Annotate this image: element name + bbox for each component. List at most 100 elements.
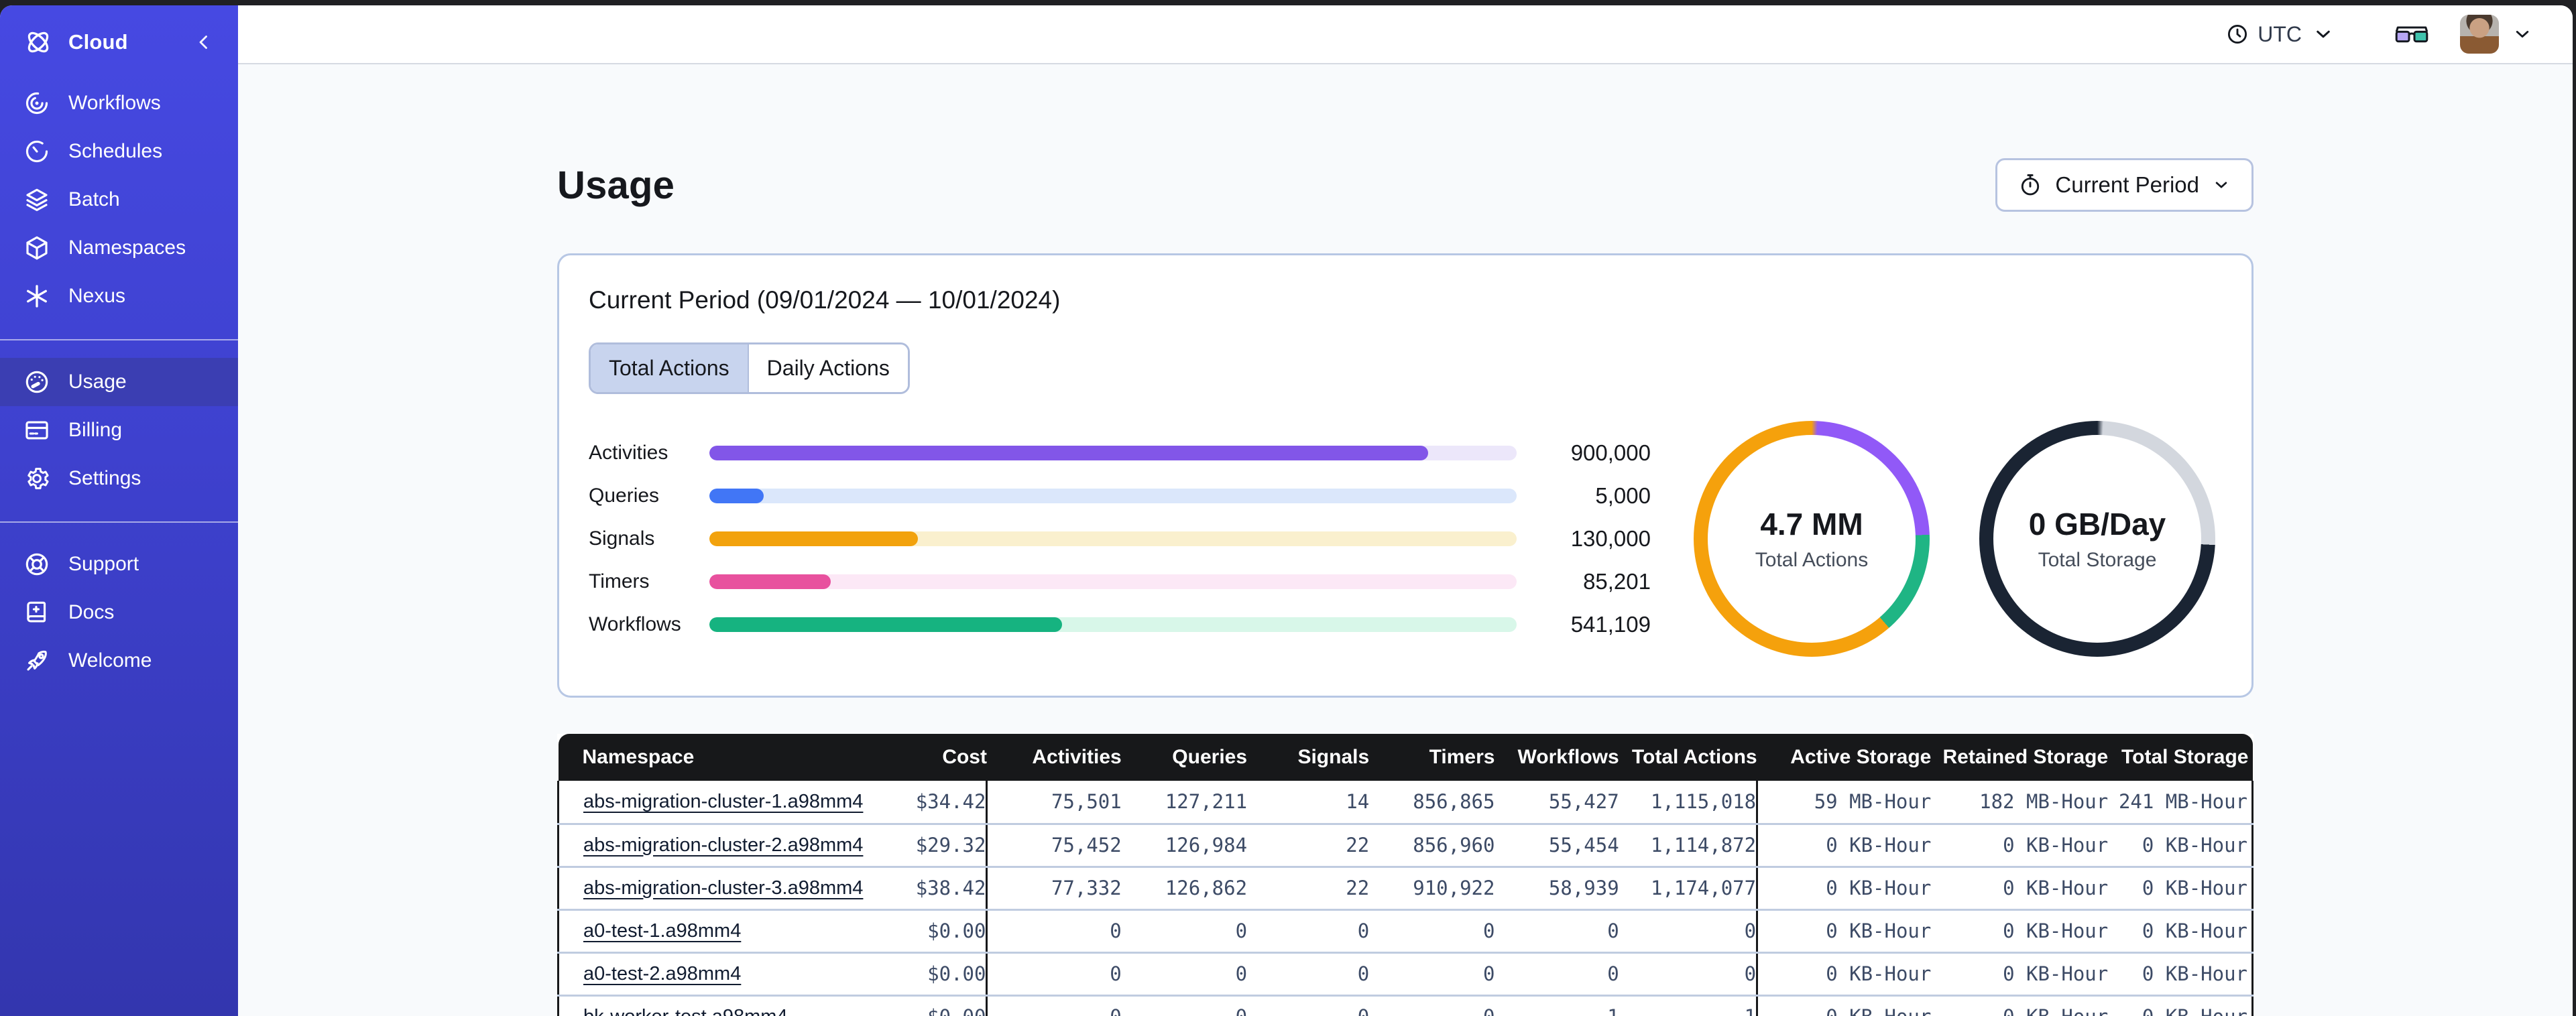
namespace-link[interactable]: abs-migration-cluster-1.a98mm4 xyxy=(583,791,863,812)
temporal-logo-icon xyxy=(27,31,49,53)
sidebar-item-label: Usage xyxy=(68,371,127,393)
bar-row-timers: Timers 85,201 xyxy=(589,568,1651,595)
cost-cell: $0.00 xyxy=(856,909,987,954)
sidebar-group-account: Usage Billing Settings xyxy=(0,340,238,503)
signals-cell: 0 xyxy=(1247,995,1370,1016)
period-selector-button[interactable]: Current Period xyxy=(1995,158,2253,212)
bar-fill xyxy=(709,574,831,589)
namespace-link[interactable]: bk-worker-test.a98mm4 xyxy=(583,1006,788,1016)
donut-charts: 4.7 MM Total Actions 0 GB/Day Total Stor… xyxy=(1694,421,2222,657)
total-storage-cell: 0 KB-Hour xyxy=(2108,995,2254,1016)
clock-icon xyxy=(2228,24,2247,44)
workflows-cell: 0 xyxy=(1495,952,1619,997)
activities-cell: 75,452 xyxy=(986,824,1122,868)
sidebar-item-welcome[interactable]: Welcome xyxy=(0,637,238,685)
sidebar-group-help: Support Docs Welcome xyxy=(0,523,238,685)
table-row: abs-migration-cluster-1.a98mm4 $34.42 75… xyxy=(557,781,2254,825)
bar-label: Queries xyxy=(589,485,660,507)
total-actions-cell: 0 xyxy=(1619,909,1757,954)
bar-fill xyxy=(709,489,764,503)
retained-storage-cell: 182 MB-Hour xyxy=(1931,781,2109,825)
col-total-storage: Total Storage xyxy=(2108,734,2253,781)
active-storage-cell: 0 KB-Hour xyxy=(1756,867,1932,911)
sidebar-item-label: Nexus xyxy=(68,285,126,307)
timers-cell: 0 xyxy=(1369,995,1495,1016)
sidebar-item-batch[interactable]: Batch xyxy=(0,176,238,224)
queries-cell: 0 xyxy=(1121,909,1248,954)
main-area: UTC Usage Current Period Current Period … xyxy=(238,5,2573,1016)
bar-track xyxy=(709,574,1517,589)
schedules-icon xyxy=(25,140,48,163)
tab-total-actions[interactable]: Total Actions xyxy=(591,344,749,392)
sidebar-item-billing[interactable]: Billing xyxy=(0,406,238,454)
col-namespace: Namespace xyxy=(558,734,857,781)
table-row: a0-test-1.a98mm4 $0.00 0 0 0 0 0 0 0 KB-… xyxy=(557,909,2254,954)
sidebar-item-label: Settings xyxy=(68,467,141,489)
glasses-icon[interactable] xyxy=(2394,21,2429,48)
topbar: UTC xyxy=(238,5,2573,64)
retained-storage-cell: 0 KB-Hour xyxy=(1931,995,2109,1016)
namespace-link[interactable]: abs-migration-cluster-3.a98mm4 xyxy=(583,877,863,899)
donut-value: 0 GB/Day xyxy=(2028,507,2166,542)
activities-cell: 0 xyxy=(986,995,1122,1016)
col-cost: Cost xyxy=(856,734,987,781)
card-title: Current Period (09/01/2024 — 10/01/2024) xyxy=(589,286,1061,314)
actions-tabs: Total Actions Daily Actions xyxy=(589,342,910,394)
sidebar-item-support[interactable]: Support xyxy=(0,540,238,588)
namespace-link[interactable]: abs-migration-cluster-2.a98mm4 xyxy=(583,834,863,856)
billing-card-icon xyxy=(25,421,48,440)
sidebar: Cloud Workflows Schedules Batch Namespac… xyxy=(0,5,238,1016)
app-window: Cloud Workflows Schedules Batch Namespac… xyxy=(0,5,2573,1016)
table-row: a0-test-2.a98mm4 $0.00 0 0 0 0 0 0 0 KB-… xyxy=(557,952,2254,997)
page-title: Usage xyxy=(557,163,675,207)
chevron-down-icon xyxy=(2317,30,2330,38)
sidebar-item-label: Docs xyxy=(68,601,115,623)
collapse-sidebar-icon[interactable] xyxy=(192,31,215,54)
activities-cell: 75,501 xyxy=(986,781,1122,825)
bar-row-signals: Signals 130,000 xyxy=(589,525,1651,552)
namespace-usage-table: Namespace Cost Activities Queries Signal… xyxy=(557,734,2254,1016)
settings-gear-icon xyxy=(27,467,49,490)
sidebar-item-nexus[interactable]: Nexus xyxy=(0,272,238,320)
timezone-selector[interactable]: UTC xyxy=(2225,22,2335,47)
cost-cell: $0.00 xyxy=(856,995,987,1016)
table-row: bk-worker-test.a98mm4 $0.00 0 0 0 0 1 1 … xyxy=(557,995,2254,1016)
total-actions-cell: 0 xyxy=(1619,952,1757,997)
total-storage-donut: 0 GB/Day Total Storage xyxy=(1979,421,2215,657)
user-avatar[interactable] xyxy=(2460,15,2499,54)
bar-row-workflows: Workflows 541,109 xyxy=(589,611,1651,638)
sidebar-item-label: Support xyxy=(68,553,139,575)
sidebar-item-namespaces[interactable]: Namespaces xyxy=(0,224,238,272)
bar-value: 541,109 xyxy=(1570,612,1651,637)
tab-daily-actions[interactable]: Daily Actions xyxy=(748,344,908,392)
support-lifering-icon xyxy=(25,553,48,576)
namespace-link[interactable]: a0-test-1.a98mm4 xyxy=(583,920,741,942)
period-selector-label: Current Period xyxy=(2055,172,2199,197)
signals-cell: 0 xyxy=(1247,909,1370,954)
sidebar-item-workflows[interactable]: Workflows xyxy=(0,79,238,127)
cost-cell: $0.00 xyxy=(856,952,987,997)
sidebar-item-schedules[interactable]: Schedules xyxy=(0,127,238,176)
namespace-link[interactable]: a0-test-2.a98mm4 xyxy=(583,963,741,985)
col-active-storage: Active Storage xyxy=(1757,734,1932,781)
sidebar-item-docs[interactable]: Docs xyxy=(0,588,238,637)
actions-bar-chart: Activities 900,000 Queries 5,000 Signals xyxy=(589,440,1651,638)
usage-charts: Activities 900,000 Queries 5,000 Signals xyxy=(589,421,2222,657)
col-timers: Timers xyxy=(1369,734,1495,781)
account-chevron-down-icon[interactable] xyxy=(2511,23,2534,46)
sidebar-item-usage[interactable]: Usage xyxy=(0,358,238,406)
total-actions-cell: 1,114,872 xyxy=(1619,824,1757,868)
workflows-cell: 55,427 xyxy=(1495,781,1619,825)
bar-fill xyxy=(709,617,1063,632)
donut-label: Total Actions xyxy=(1755,549,1869,571)
donut-label: Total Storage xyxy=(2038,549,2157,571)
total-storage-cell: 0 KB-Hour xyxy=(2108,909,2254,954)
bar-fill xyxy=(709,446,1428,460)
sidebar-item-settings[interactable]: Settings xyxy=(0,454,238,503)
signals-cell: 22 xyxy=(1247,867,1370,911)
bar-value: 5,000 xyxy=(1595,483,1651,508)
activities-cell: 0 xyxy=(986,909,1122,954)
bar-value: 900,000 xyxy=(1570,440,1651,465)
total-storage-cell: 0 KB-Hour xyxy=(2108,867,2254,911)
total-actions-cell: 1 xyxy=(1619,995,1757,1016)
